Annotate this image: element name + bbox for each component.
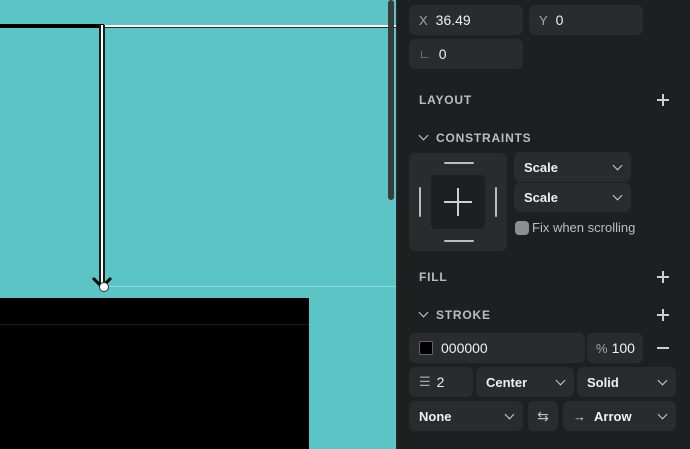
canvas-shape-top[interactable] — [0, 24, 104, 28]
line-shape-edge — [103, 25, 105, 287]
chevron-down-icon — [504, 409, 515, 419]
stroke-width-field[interactable]: ☰ 2 — [409, 367, 473, 397]
properties-panel: X 36.49 Y 0 ∟ 0 LAYOUT CONSTRAINTS Scale… — [396, 0, 690, 449]
canvas-rectangle[interactable] — [0, 298, 309, 449]
horizontal-constraint-value: Scale — [524, 159, 558, 175]
constraints-widget[interactable] — [409, 153, 507, 251]
chevron-down-icon — [657, 375, 668, 385]
chevron-down-icon — [555, 375, 566, 385]
constraint-right[interactable] — [495, 187, 497, 217]
stroke-width-value[interactable]: 2 — [437, 374, 445, 390]
line-shape[interactable] — [101, 25, 103, 287]
stroke-opacity-field[interactable]: % 100 — [587, 333, 643, 363]
start-cap-value: None — [419, 408, 452, 424]
stroke-collapse-icon[interactable] — [418, 307, 429, 318]
chevron-down-icon — [612, 160, 623, 170]
rotation-field[interactable]: ∟ 0 — [409, 39, 523, 69]
plus-icon-vertical — [457, 188, 459, 216]
canvas-rectangle-edge — [0, 324, 309, 325]
stroke-section-title: STROKE — [436, 308, 491, 322]
x-field[interactable]: X 36.49 — [409, 5, 523, 35]
swap-icon: ⇆ — [537, 407, 549, 424]
vertical-constraint-select[interactable]: Scale — [514, 183, 631, 212]
stroke-color-swatch[interactable] — [419, 341, 433, 355]
fix-scrolling-checkbox[interactable] — [515, 221, 529, 235]
add-layout-icon[interactable] — [657, 94, 669, 106]
arrow-right-icon: → — [573, 408, 586, 424]
vertical-constraint-value: Scale — [524, 190, 558, 205]
stroke-align-select[interactable]: Center — [476, 367, 574, 397]
start-cap-select[interactable]: None — [409, 401, 523, 431]
x-value[interactable]: 36.49 — [436, 12, 471, 28]
add-stroke-icon[interactable] — [657, 309, 669, 321]
rotation-value[interactable]: 0 — [439, 46, 447, 62]
swap-caps-button[interactable]: ⇆ — [528, 401, 558, 431]
snap-guide — [104, 286, 396, 287]
layout-section-title: LAYOUT — [419, 93, 473, 107]
line-end-handle[interactable] — [99, 282, 109, 292]
constraint-center[interactable] — [431, 175, 485, 229]
stroke-color-hex[interactable]: 000000 — [441, 340, 488, 356]
end-cap-select[interactable]: → Arrow — [563, 401, 676, 431]
design-canvas[interactable] — [0, 0, 396, 449]
constraint-left[interactable] — [419, 187, 421, 217]
y-field[interactable]: Y 0 — [529, 5, 643, 35]
y-label: Y — [539, 12, 548, 28]
end-cap-value: Arrow — [594, 408, 632, 424]
constraint-bottom[interactable] — [444, 240, 474, 242]
rotation-icon: ∟ — [419, 47, 431, 61]
stroke-style-select[interactable]: Solid — [577, 367, 676, 397]
constraints-section-title: CONSTRAINTS — [436, 131, 532, 145]
fix-scrolling-label: Fix when scrolling — [532, 220, 636, 235]
x-label: X — [419, 12, 428, 28]
fill-section-title: FILL — [419, 270, 448, 284]
stroke-opacity-value[interactable]: 100 — [612, 340, 635, 356]
constraint-top[interactable] — [444, 162, 474, 164]
horizontal-constraint-select[interactable]: Scale — [514, 152, 631, 182]
stroke-color-field[interactable]: 000000 — [409, 333, 585, 363]
constraints-collapse-icon[interactable] — [418, 130, 429, 141]
stroke-style-value: Solid — [587, 374, 619, 390]
y-value[interactable]: 0 — [556, 12, 564, 28]
canvas-scrollbar[interactable] — [388, 0, 394, 200]
stroke-width-icon: ☰ — [419, 374, 431, 389]
end-cap-display: → Arrow — [573, 409, 632, 424]
stroke-align-value: Center — [486, 374, 528, 390]
remove-stroke-icon[interactable] — [657, 347, 669, 349]
percent-label: % — [596, 340, 608, 356]
chevron-down-icon — [657, 409, 668, 419]
add-fill-icon[interactable] — [657, 271, 669, 283]
chevron-down-icon — [612, 190, 623, 201]
selection-guide-horizontal-shadow — [104, 27, 396, 28]
